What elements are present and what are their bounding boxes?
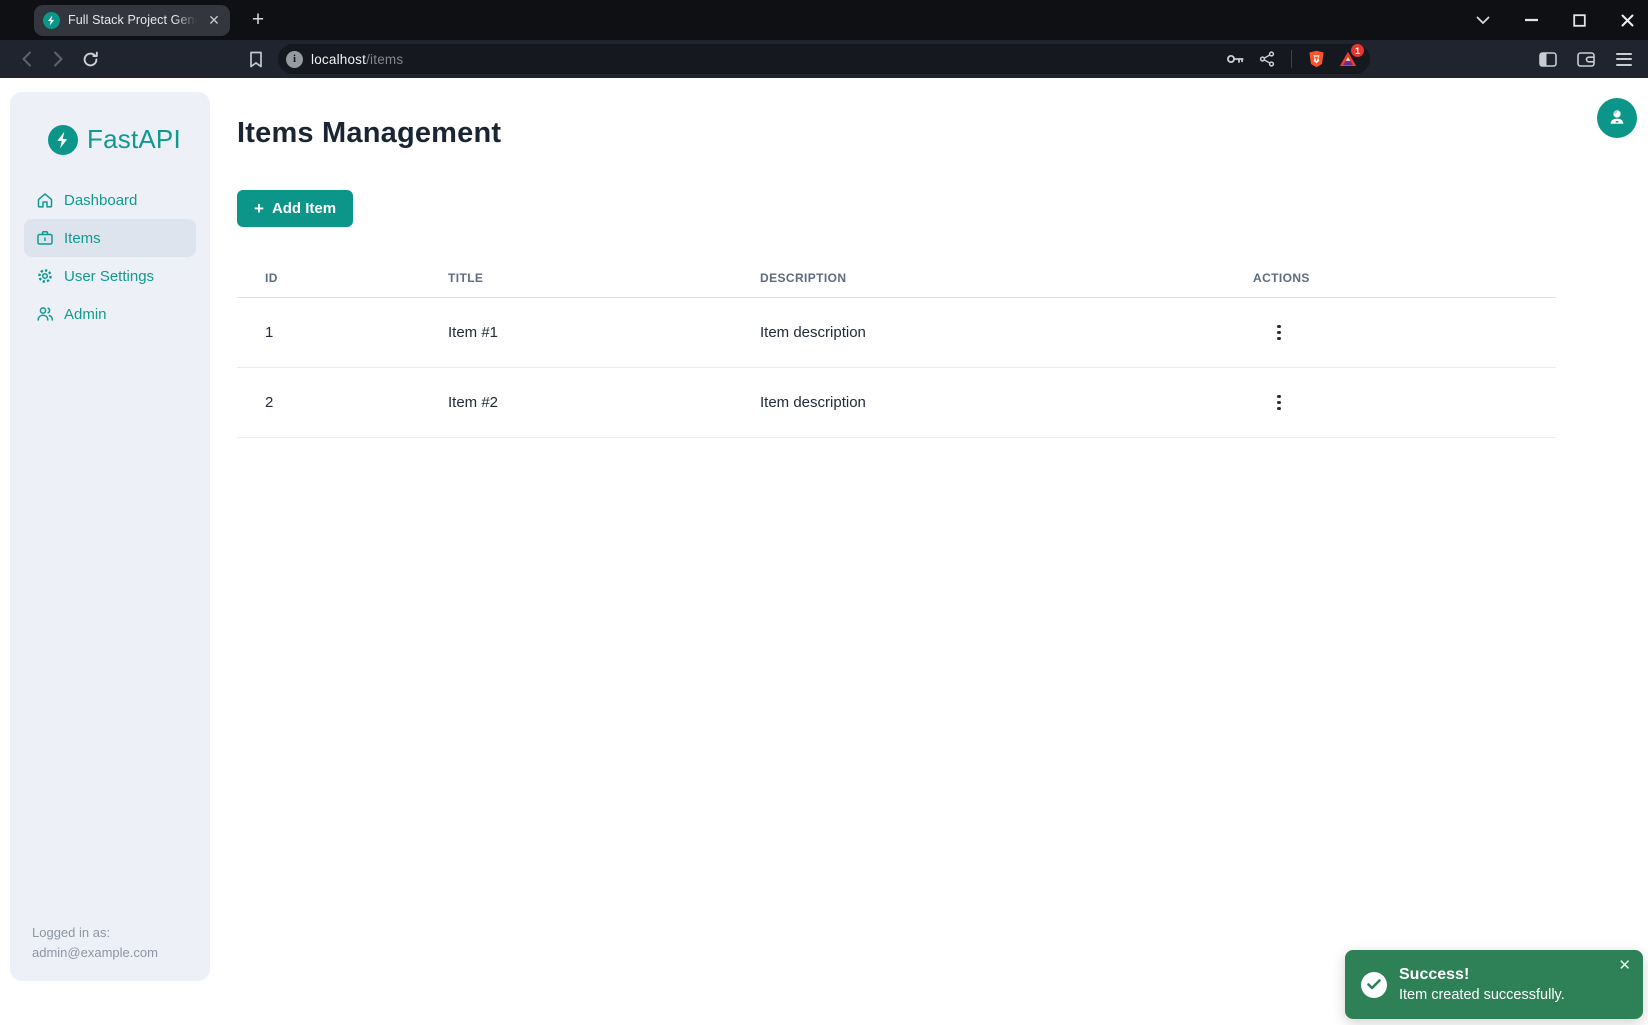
items-table: ID TITLE DESCRIPTION ACTIONS 1 Item #1 I…	[237, 261, 1556, 438]
sidebar-item-user-settings[interactable]: User Settings	[24, 257, 196, 295]
plus-icon: +	[254, 200, 264, 217]
users-icon	[36, 305, 54, 323]
logged-in-label: Logged in as:	[32, 923, 210, 943]
sidebar-item-label: Dashboard	[64, 192, 137, 209]
url-path: /items	[366, 52, 403, 67]
rewards-badge: 1	[1351, 44, 1364, 57]
window-close-icon[interactable]	[1616, 9, 1638, 31]
check-circle-icon	[1361, 972, 1387, 998]
urlbar-separator	[1291, 50, 1292, 68]
address-bar[interactable]: i localhost/items	[278, 44, 1370, 74]
menu-hamburger-icon[interactable]	[1610, 45, 1638, 73]
user-avatar-button[interactable]	[1597, 98, 1637, 138]
cell-description: Item description	[760, 298, 1253, 368]
sidebar-item-label: Admin	[64, 306, 107, 323]
new-tab-button[interactable]: +	[244, 6, 272, 34]
url-host: localhost	[311, 52, 366, 67]
col-header-id: ID	[237, 261, 448, 298]
fastapi-logo-text: FastAPI	[87, 124, 181, 155]
tab-search-chevron-icon[interactable]	[1472, 9, 1494, 31]
logged-in-info: Logged in as: admin@example.com	[10, 923, 210, 981]
fastapi-logo: FastAPI	[48, 124, 210, 155]
add-item-button[interactable]: + Add Item	[237, 190, 353, 227]
fastapi-logo-icon	[48, 125, 78, 155]
back-icon[interactable]	[12, 45, 40, 73]
table-row: 2 Item #2 Item description	[237, 368, 1556, 438]
sidebar-item-items[interactable]: Items	[24, 219, 196, 257]
password-key-icon[interactable]	[1223, 47, 1247, 71]
logged-in-email: admin@example.com	[32, 943, 210, 963]
sidebar-item-admin[interactable]: Admin	[24, 295, 196, 333]
table-row: 1 Item #1 Item description	[237, 298, 1556, 368]
table-header-row: ID TITLE DESCRIPTION ACTIONS	[237, 261, 1556, 298]
fastapi-bolt-icon	[43, 12, 60, 29]
page-content: FastAPI Dashboard Items	[0, 78, 1648, 1025]
page-title: Items Management	[237, 116, 1556, 150]
browser-toolbar: i localhost/items	[0, 40, 1648, 78]
window-maximize-icon[interactable]	[1568, 9, 1590, 31]
sidebar-nav: Dashboard Items User Set	[24, 181, 196, 333]
sidebar-item-dashboard[interactable]: Dashboard	[24, 181, 196, 219]
toast-message: Item created successfully.	[1399, 987, 1565, 1003]
toast-title: Success!	[1399, 966, 1565, 984]
browser-tab[interactable]: Full Stack Project Genera ✕	[34, 5, 230, 36]
brave-rewards-icon[interactable]: 1	[1336, 47, 1360, 71]
row-actions-kebab-icon[interactable]	[1265, 389, 1293, 417]
window-minimize-icon[interactable]	[1520, 9, 1542, 31]
cell-id: 1	[237, 298, 448, 368]
home-icon	[36, 191, 54, 209]
site-info-icon[interactable]: i	[286, 51, 303, 68]
gear-icon	[36, 267, 54, 285]
tab-close-icon[interactable]: ✕	[206, 12, 222, 28]
cell-id: 2	[237, 368, 448, 438]
briefcase-icon	[36, 229, 54, 247]
url-text: localhost/items	[311, 52, 403, 67]
sidebar-panel-icon[interactable]	[1534, 45, 1562, 73]
forward-icon[interactable]	[44, 45, 72, 73]
browser-tab-bar: Full Stack Project Genera ✕ +	[0, 0, 1648, 40]
add-item-label: Add Item	[272, 200, 336, 217]
bookmark-icon[interactable]	[242, 45, 270, 73]
col-header-description: DESCRIPTION	[760, 261, 1253, 298]
sidebar: FastAPI Dashboard Items	[10, 92, 210, 981]
row-actions-kebab-icon[interactable]	[1265, 319, 1293, 347]
col-header-title: TITLE	[448, 261, 760, 298]
share-icon[interactable]	[1255, 47, 1279, 71]
cell-title: Item #2	[448, 368, 760, 438]
col-header-actions: ACTIONS	[1253, 261, 1556, 298]
tab-title: Full Stack Project Genera	[68, 13, 198, 27]
cell-title: Item #1	[448, 298, 760, 368]
sidebar-item-label: User Settings	[64, 268, 154, 285]
reload-icon[interactable]	[76, 45, 104, 73]
main-panel: Items Management + Add Item ID TITLE DES…	[210, 78, 1648, 438]
cell-description: Item description	[760, 368, 1253, 438]
brave-shield-icon[interactable]	[1304, 47, 1328, 71]
sidebar-item-label: Items	[64, 230, 101, 247]
success-toast: Success! Item created successfully. ✕	[1345, 950, 1643, 1019]
user-avatar-icon	[1606, 106, 1628, 131]
toast-close-icon[interactable]: ✕	[1618, 958, 1631, 973]
wallet-icon[interactable]	[1572, 45, 1600, 73]
